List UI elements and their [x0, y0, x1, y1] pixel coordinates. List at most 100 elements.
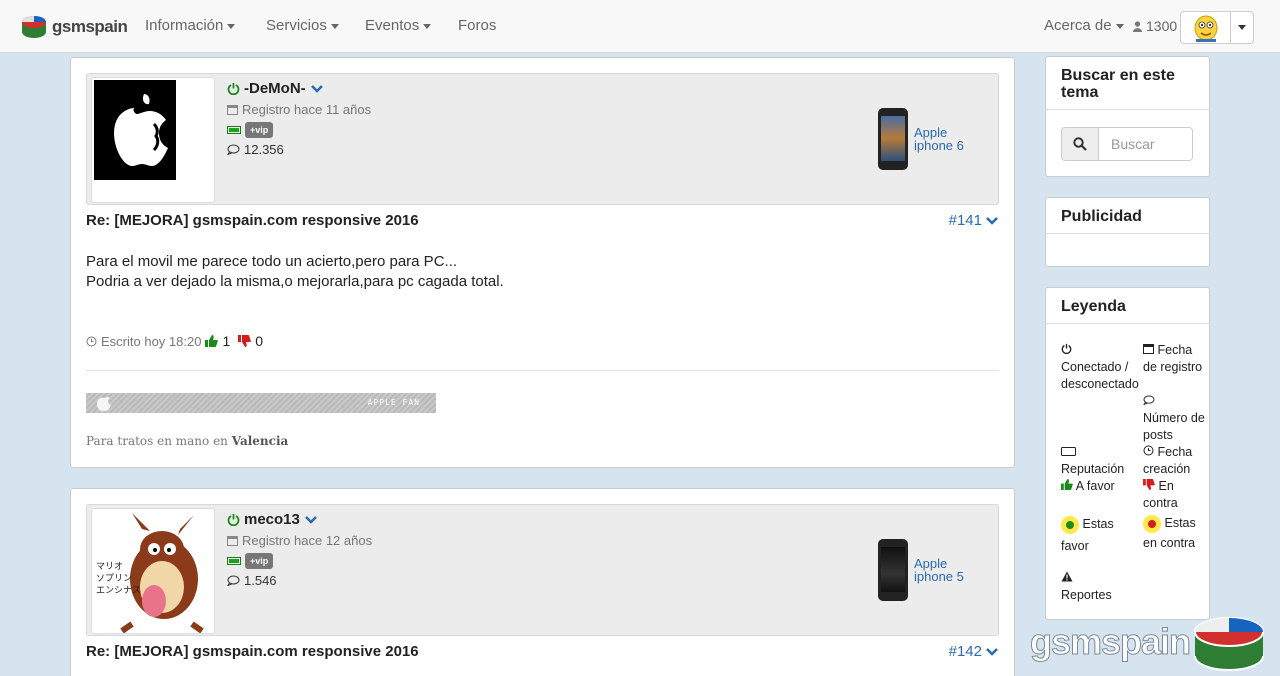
vip-badge: +vip [245, 553, 274, 569]
power-icon [1061, 343, 1072, 355]
post-title: Re: [MEJORA] gsmspain.com responsive 201… [86, 643, 419, 660]
legend-in-favor: A favor [1061, 478, 1143, 495]
iphone-6-image [878, 108, 908, 170]
ads-panel: Publicidad [1045, 197, 1210, 267]
search-panel-title: Buscar en este tema [1046, 57, 1209, 110]
battery-empty-icon [1061, 447, 1076, 456]
chevron-down-icon[interactable] [304, 515, 318, 525]
online-users-count: 1300 [1133, 18, 1177, 34]
top-navbar: gsmspain Información Servicios Eventos F… [0, 0, 1280, 53]
legend-reports: Reportes [1061, 570, 1143, 604]
vip-badge: +vip [245, 122, 274, 138]
author-avatar[interactable]: マリオ ソプリン エンシナス [91, 508, 215, 634]
chevron-down-icon [986, 647, 998, 656]
brand-name: gsmspain [52, 17, 128, 36]
written-time: Escrito hoy 18:20 [101, 333, 202, 349]
signature-text: Para tratos en mano en Valencia [86, 434, 289, 448]
calendar-icon [227, 536, 238, 546]
post-count: 12.356 [227, 142, 284, 157]
signature-divider [86, 370, 999, 371]
post-count: 1.546 [227, 573, 277, 588]
online-status-icon [227, 83, 240, 95]
iphone-5-image [878, 539, 908, 601]
ads-panel-title: Publicidad [1046, 198, 1209, 234]
search-button[interactable] [1061, 127, 1099, 161]
gsmspain-logo-icon [1194, 617, 1265, 671]
user-menu-button[interactable] [1180, 11, 1254, 44]
search-icon [1073, 137, 1087, 151]
chevron-down-icon[interactable] [310, 84, 324, 94]
legend-num-posts: Número de posts [1142, 393, 1205, 444]
signature-banner-text: APPLE FAN [367, 398, 420, 407]
caret-down-icon [1238, 25, 1246, 30]
user-avatar[interactable] [1181, 12, 1231, 43]
author-device[interactable]: Apple iphone 5 [878, 539, 964, 601]
author-name[interactable]: -DeMoN- [227, 80, 324, 97]
against-dot-icon [1143, 514, 1161, 533]
nav-acerca-de[interactable]: Acerca de [1044, 17, 1124, 34]
post-body-line: Podria a ver dejado la misma,o mejorarla… [86, 273, 504, 290]
battery-icon [227, 126, 241, 134]
caret-down-icon [330, 23, 339, 29]
post-author-header: -DeMoN- Registro hace 11 años +vip 12.35… [86, 73, 999, 205]
reputation-row: +vip [227, 553, 274, 569]
brand-logo[interactable]: gsmspain [20, 14, 128, 40]
post-body-line: Para el movil me parece todo un acierto,… [86, 253, 458, 270]
user-icon [1133, 20, 1142, 32]
post-number-link[interactable]: #141 [949, 212, 999, 229]
search-group [1061, 127, 1193, 161]
thumbs-down-icon [1143, 479, 1155, 490]
search-panel: Buscar en este tema [1045, 56, 1210, 177]
avatar-caption: マリオ ソプリン エンシナス [96, 562, 142, 596]
warning-icon [1061, 571, 1073, 582]
registration-info: Registro hace 11 años [227, 102, 371, 117]
apple-logo-icon [97, 397, 111, 411]
legend-panel-title: Leyenda [1046, 288, 1209, 324]
user-menu-toggle[interactable] [1231, 12, 1253, 43]
comment-icon [227, 575, 240, 586]
caret-down-icon [1115, 23, 1124, 29]
dislikes-count: 0 [255, 333, 264, 349]
legend-you-favor: Estas favor [1061, 515, 1114, 553]
post-author-header: マリオ ソプリン エンシナス meco13 Registro hace 12 a… [86, 504, 999, 636]
signature-banner: APPLE FAN [86, 393, 436, 413]
legend-created: Fecha creación [1143, 445, 1193, 476]
post-card: マリオ ソプリン エンシナス meco13 Registro hace 12 a… [70, 488, 1015, 676]
author-name[interactable]: meco13 [227, 511, 318, 528]
caret-down-icon [227, 23, 236, 29]
search-input[interactable] [1099, 127, 1193, 161]
nav-eventos[interactable]: Eventos [365, 17, 432, 34]
reputation-row: +vip [227, 122, 274, 138]
post-body: Para el movil me parece todo un acierto,… [86, 252, 504, 292]
comment-icon [227, 144, 240, 155]
gsmspain-watermark: gsmspain [1029, 612, 1268, 672]
device-label[interactable]: Apple iphone 6 [914, 126, 964, 152]
thumbs-up-icon[interactable] [205, 335, 219, 347]
legend-reg-date: Fecha de registro [1143, 343, 1203, 374]
nav-foros[interactable]: Foros [458, 17, 496, 34]
device-label[interactable]: Apple iphone 5 [914, 557, 964, 583]
nav-servicios[interactable]: Servicios [266, 17, 339, 34]
author-avatar[interactable] [91, 77, 215, 203]
watermark-text: gsmspain [1029, 621, 1191, 663]
apple-avatar-image [94, 80, 176, 180]
legend-against: En contra [1143, 479, 1178, 510]
calendar-icon [1143, 344, 1154, 354]
battery-icon [227, 557, 241, 565]
post-footer: Escrito hoy 18:20 1 0 [86, 333, 267, 349]
clock-icon [1143, 445, 1154, 456]
legend-panel: Leyenda Conectado / desconectado Fecha d… [1045, 287, 1210, 620]
post-card: -DeMoN- Registro hace 11 años +vip 12.35… [70, 57, 1015, 468]
legend-reputation: Reputación [1061, 444, 1143, 478]
favor-dot-icon [1061, 515, 1079, 534]
gsmspain-logo-icon [22, 16, 46, 38]
signature-city: Valencia [231, 434, 289, 448]
registration-info: Registro hace 12 años [227, 533, 372, 548]
online-status-icon [227, 514, 240, 526]
thumbs-down-icon[interactable] [238, 335, 252, 347]
calendar-icon [227, 105, 238, 115]
author-device[interactable]: Apple iphone 6 [878, 108, 964, 170]
post-number-link[interactable]: #142 [949, 643, 999, 660]
nav-informacion[interactable]: Información [145, 17, 236, 34]
legend-you-against: Estas en contra [1143, 514, 1196, 550]
